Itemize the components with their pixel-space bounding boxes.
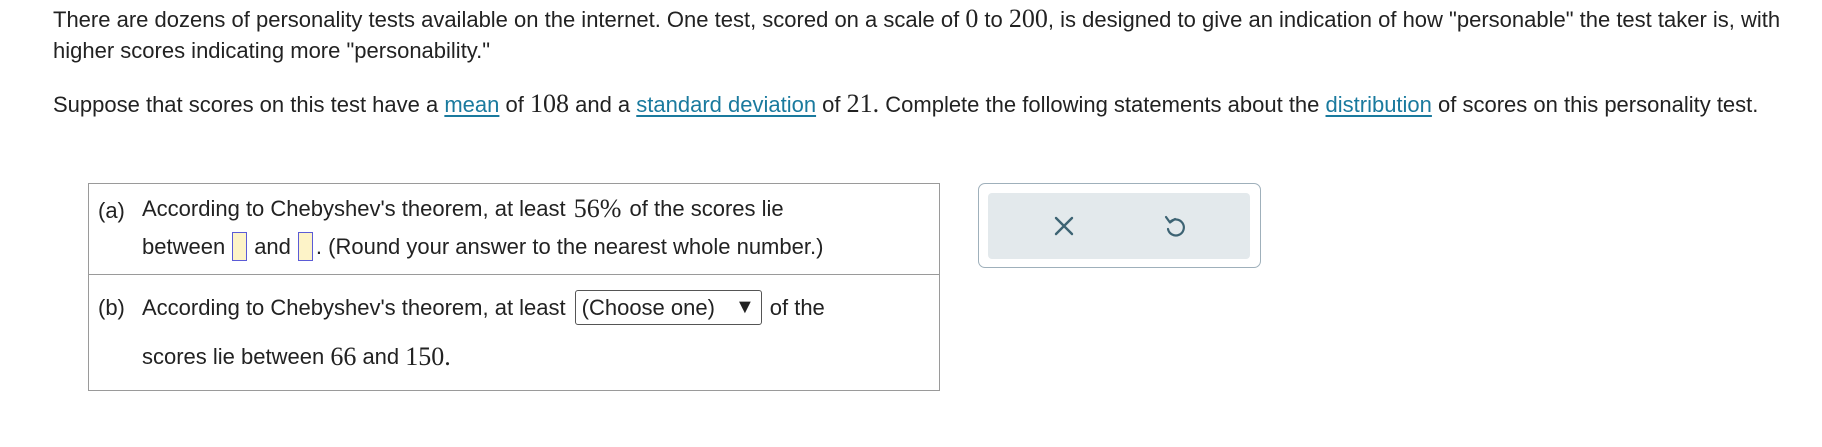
- part-b-label: (b): [98, 295, 125, 320]
- percent-value: 56%: [573, 194, 622, 223]
- clear-button[interactable]: [1049, 211, 1079, 241]
- part-a-line-1: According to Chebyshev's theorem, at lea…: [142, 194, 784, 224]
- intro-text: Suppose that scores on this test have a: [53, 92, 445, 117]
- part-a-line-2: between and . (Round your answer to the …: [142, 232, 823, 261]
- part-a-text: of the scores lie: [623, 196, 784, 221]
- range-low: 66: [330, 342, 357, 371]
- undo-button[interactable]: [1160, 211, 1190, 241]
- part-b-line-1: According to Chebyshev's theorem, at lea…: [142, 290, 825, 325]
- round-instruction: . (Round your answer to the nearest whol…: [315, 233, 824, 259]
- part-a-label: (a): [98, 198, 125, 223]
- part-b-text: According to Chebyshev's theorem, at lea…: [142, 294, 566, 320]
- between-label: between: [142, 233, 226, 259]
- mean-link[interactable]: mean: [444, 92, 499, 117]
- intro-text: to: [978, 7, 1009, 32]
- undo-icon: [1164, 215, 1185, 237]
- part-b-text: of the: [769, 294, 825, 320]
- question-table: (a) According to Chebyshev's theorem, at…: [88, 183, 940, 391]
- part-b-row: (b) According to Chebyshev's theorem, at…: [89, 275, 939, 390]
- standard-deviation-link[interactable]: standard deviation: [636, 92, 816, 117]
- upper-bound-input[interactable]: [297, 232, 313, 261]
- mean-value: 108: [529, 89, 569, 118]
- intro-text: Complete the following statements about …: [879, 92, 1326, 117]
- intro-text: of scores on this personality test.: [1431, 92, 1759, 117]
- part-a-row: (a) According to Chebyshev's theorem, at…: [89, 184, 939, 275]
- part-b-line-2: scores lie between 66 and 150.: [142, 342, 451, 372]
- intro-text: of: [816, 92, 847, 117]
- part-b-text: and: [356, 344, 406, 369]
- intro-paragraph-1: There are dozens of personality tests av…: [53, 3, 1813, 66]
- toolbar-inner: [988, 193, 1250, 259]
- x-icon: [1054, 216, 1074, 236]
- lower-bound-input[interactable]: [232, 232, 248, 261]
- answer-toolbar: [978, 183, 1261, 268]
- and-label: and: [254, 233, 291, 259]
- intro-text: There are dozens of personality tests av…: [53, 7, 966, 32]
- part-b-text: scores lie between: [142, 344, 331, 369]
- sd-value: 21.: [846, 89, 880, 118]
- intro-paragraph-2: Suppose that scores on this test have a …: [53, 88, 1813, 120]
- dropdown-arrow-icon: ▼: [734, 296, 755, 318]
- scale-max: 200: [1008, 4, 1048, 33]
- intro-text: of: [499, 92, 530, 117]
- range-high: 150.: [405, 342, 451, 371]
- distribution-link[interactable]: distribution: [1326, 92, 1432, 117]
- scale-min: 0: [965, 4, 979, 33]
- intro-text: and a: [568, 92, 637, 117]
- part-a-text: According to Chebyshev's theorem, at lea…: [142, 196, 572, 221]
- percent-select[interactable]: (Choose one) ▼: [574, 290, 762, 325]
- select-value: (Choose one): [581, 294, 715, 320]
